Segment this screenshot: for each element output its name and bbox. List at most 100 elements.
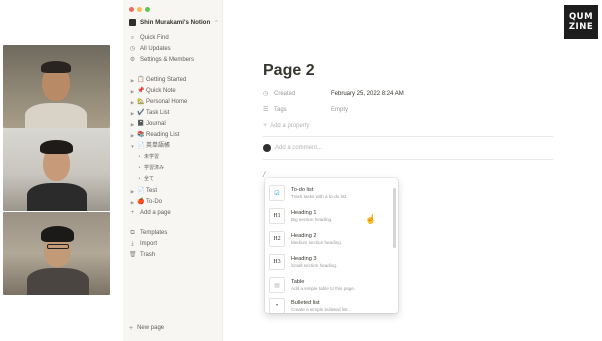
add-page-button[interactable]: + Add a page (129, 209, 171, 218)
sidebar-page-journal[interactable]: ▶ 📓 Journal (130, 120, 166, 129)
bulleted-list-icon: • (269, 298, 285, 313)
menu-item-title: Table (291, 278, 305, 285)
notebook-icon: 📓 (137, 121, 145, 127)
pin-icon: 📌 (137, 88, 145, 94)
heading-2-icon: H2 (269, 231, 285, 247)
sidebar-item-templates[interactable]: ⧉ Templates (129, 229, 167, 238)
heading-3-icon: H3 (269, 254, 285, 270)
page-icon: 📄 (137, 188, 145, 194)
menu-item-description: Track tasks with a to-do list. (291, 193, 348, 199)
workspace-name: Shin Murakami's Notion (140, 19, 211, 26)
chevron-down-icon[interactable]: ▼ (130, 142, 135, 151)
bullet-icon: • (138, 165, 141, 171)
sidebar-item-all-updates[interactable]: ◷ All Updates (129, 45, 171, 54)
page-title[interactable]: Page 2 (263, 62, 315, 80)
sidebar-item-settings[interactable]: ⚙ Settings & Members (129, 56, 194, 65)
comment-input[interactable]: Add a comment... (263, 144, 322, 152)
menu-item-description: Add a simple table to this page. (291, 285, 356, 291)
sidebar-page-reading-list[interactable]: ▶ 📚 Reading List (130, 131, 180, 140)
sidebar-page-personal-home[interactable]: ▶ 🏡 Personal Home (130, 98, 188, 107)
sidebar-page-todo[interactable]: ▶ 🍎 To-Do (130, 198, 162, 207)
sidebar-subpage-label: 学習済み (144, 165, 165, 171)
minimize-window-button[interactable] (137, 7, 142, 12)
sidebar-page-vocabulary[interactable]: ▼ 📄 英単語帳 (130, 142, 170, 151)
sidebar-item-trash[interactable]: 🗑 Trash (129, 251, 155, 260)
close-window-button[interactable] (129, 7, 134, 12)
new-page-button[interactable]: + New page (129, 324, 164, 333)
sidebar-item-label: All Updates (140, 46, 171, 52)
sidebar-item-label: Quick Find (140, 35, 169, 41)
tag-icon: ☰ (263, 107, 269, 113)
sidebar-page-task-list[interactable]: ▶ ✔️ Task List (130, 109, 170, 118)
chevron-right-icon[interactable]: ▶ (130, 109, 135, 118)
menu-item-title: Heading 1 (291, 209, 317, 216)
sidebar-page-quick-note[interactable]: ▶ 📌 Quick Note (130, 87, 176, 96)
sidebar-subpage-label: 未学習 (144, 154, 160, 160)
chevron-right-icon[interactable]: ▶ (130, 76, 135, 85)
maximize-window-button[interactable] (145, 7, 150, 12)
menu-item-bulleted-list[interactable]: • Bulleted list Create a simple bulleted… (269, 295, 393, 313)
search-icon: ⌕ (130, 35, 135, 41)
plus-icon: + (129, 325, 134, 332)
chevron-right-icon[interactable]: ▶ (130, 131, 135, 140)
menu-item-description: Small section heading. (291, 262, 338, 268)
sidebar-page-getting-started[interactable]: ▶ 📋 Getting Started (130, 76, 187, 85)
plus-icon: + (263, 122, 268, 129)
apple-icon: 🍎 (137, 199, 145, 205)
heading-1-icon: H1 (269, 208, 285, 224)
add-page-label: Add a page (140, 210, 171, 216)
sidebar-subpage-all[interactable]: • 全て (137, 175, 154, 184)
sidebar-page-label: To-Do (146, 199, 163, 205)
sidebar-item-import[interactable]: ⤓ Import (129, 240, 157, 249)
sidebar-page-label: Test (146, 188, 158, 194)
menu-item-title: Heading 2 (291, 232, 317, 239)
sidebar-subpage-learned[interactable]: • 学習済み (137, 164, 164, 173)
comment-placeholder: Add a comment... (275, 145, 323, 151)
property-created[interactable]: ◷ Created February 25, 2022 8:24 AM (263, 89, 404, 99)
clock-icon: ◷ (129, 46, 136, 52)
chevron-right-icon[interactable]: ▶ (130, 87, 135, 96)
menu-item-title: Heading 3 (291, 255, 317, 262)
books-icon: 📚 (137, 132, 145, 138)
sidebar-item-quick-find[interactable]: ⌕ Quick Find (129, 34, 169, 43)
sidebar-page-label: Reading List (146, 132, 180, 138)
divider (263, 136, 553, 137)
chevron-updown-icon: ⌃ (214, 19, 219, 26)
templates-icon: ⧉ (130, 230, 135, 236)
logo-line-1: QUM (568, 12, 594, 22)
gear-icon: ⚙ (129, 57, 136, 63)
sidebar-page-test[interactable]: ▶ 📄 Test (130, 187, 157, 196)
import-icon: ⤓ (131, 241, 134, 247)
menu-item-heading-2[interactable]: H2 Heading 2 Medium section heading. (269, 228, 393, 250)
video-tile-participant-2 (3, 128, 110, 211)
menu-item-title: Bulleted list (291, 299, 320, 306)
sidebar-page-label: Task List (146, 110, 170, 116)
sidebar-page-label: 英単語帳 (146, 143, 171, 149)
chevron-right-icon[interactable]: ▶ (130, 98, 135, 107)
checkbox-icon: ☑ (269, 185, 285, 201)
clipboard-icon: 📋 (137, 77, 145, 83)
property-value[interactable]: Empty (331, 105, 348, 115)
sidebar-subpage-label: 全て (144, 176, 155, 182)
slash-command-text[interactable]: / (263, 170, 265, 179)
qumzine-logo: QUM ZINE (564, 5, 598, 39)
menu-item-heading-3[interactable]: H3 Heading 3 Small section heading. (269, 251, 393, 273)
menu-scrollbar[interactable] (393, 188, 396, 248)
sidebar-page-label: Personal Home (146, 99, 188, 105)
chevron-right-icon[interactable]: ▶ (130, 198, 135, 207)
add-property-button[interactable]: + Add a property (263, 121, 309, 131)
menu-item-table[interactable]: ▦ Table Add a simple table to this page. (269, 274, 393, 296)
sidebar-page-label: Quick Note (146, 88, 176, 94)
plus-icon: + (130, 210, 135, 216)
sidebar-subpage-unlearned[interactable]: • 未学習 (137, 153, 159, 162)
sidebar-item-label: Trash (140, 252, 156, 258)
chevron-right-icon[interactable]: ▶ (130, 120, 135, 129)
table-icon: ▦ (269, 277, 285, 293)
divider (263, 159, 553, 160)
screen: Shin Murakami's Notion ⌃ ⌕ Quick Find ◷ … (0, 0, 602, 341)
workspace-switcher[interactable]: Shin Murakami's Notion ⌃ (129, 19, 218, 26)
property-tags[interactable]: ☰ Tags Empty (263, 105, 348, 115)
checkmark-icon: ✔️ (137, 110, 145, 116)
menu-item-todo-list[interactable]: ☑ To-do list Track tasks with a to-do li… (269, 182, 393, 204)
chevron-right-icon[interactable]: ▶ (130, 187, 135, 196)
